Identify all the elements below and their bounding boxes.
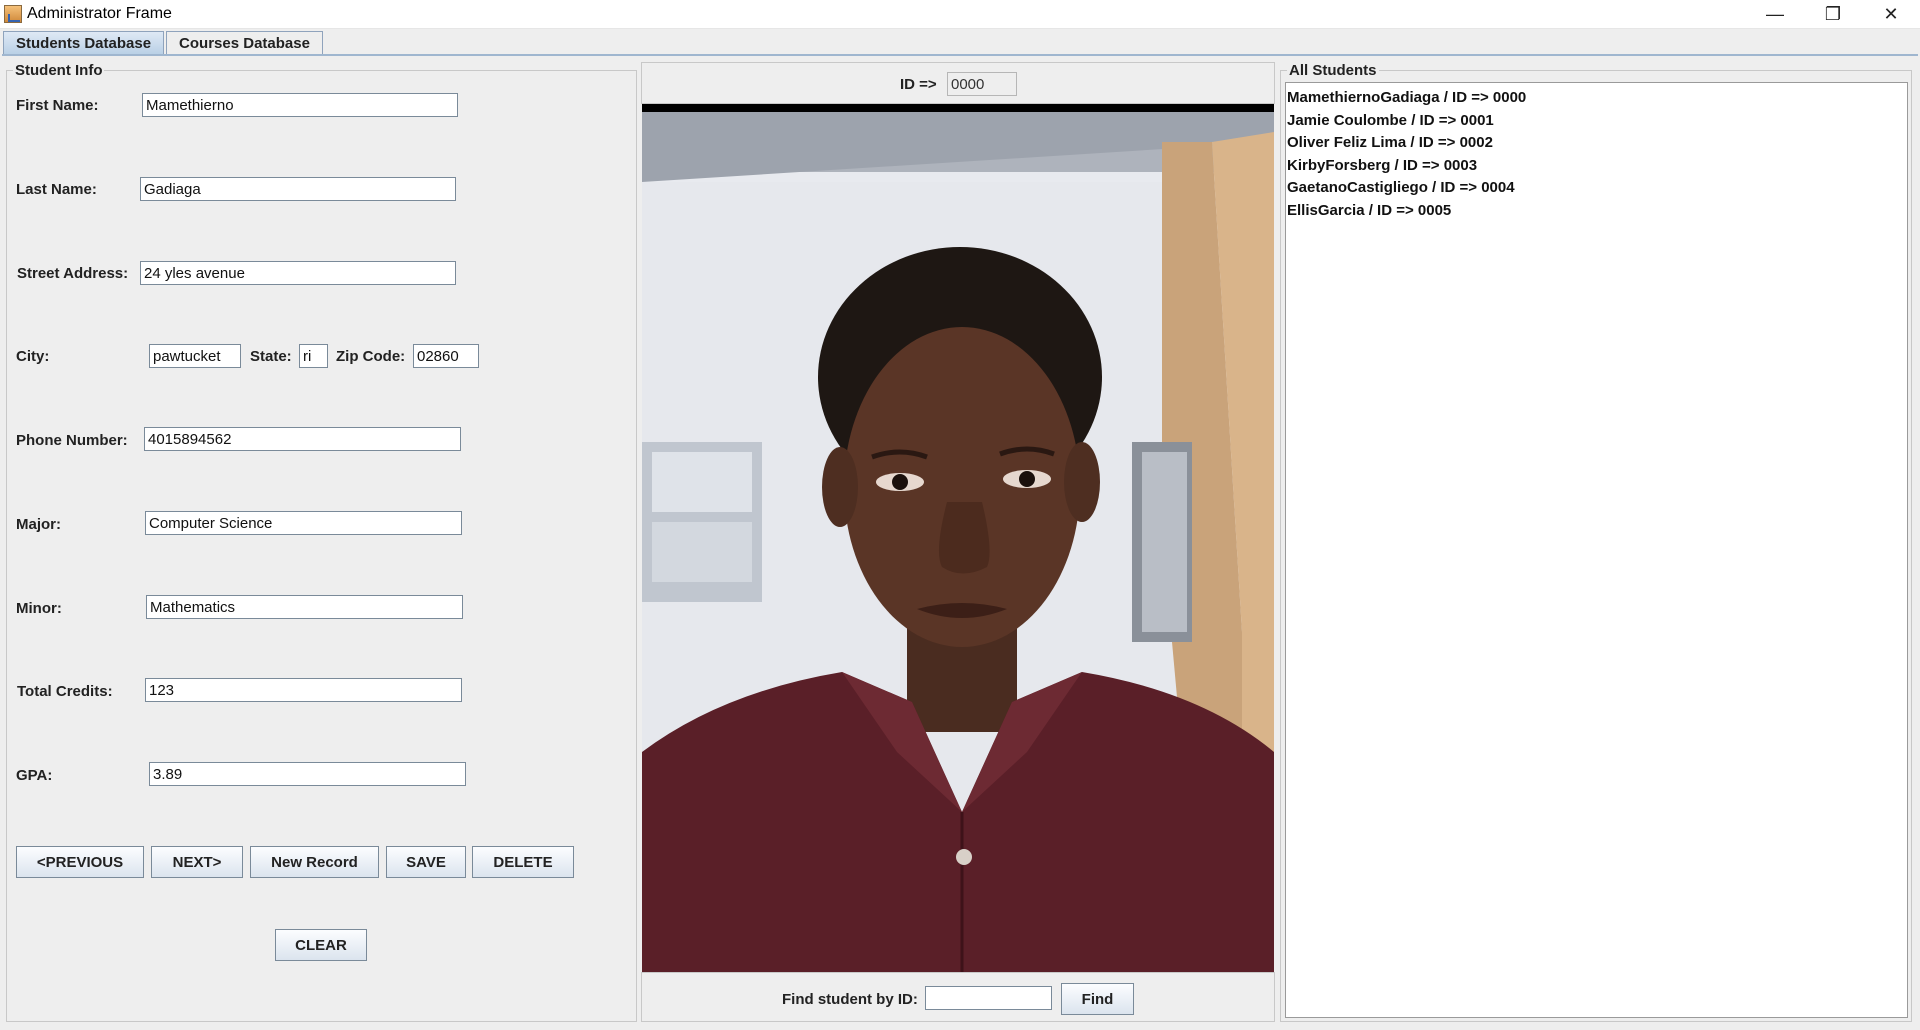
id-field: [947, 72, 1017, 96]
tab-underline: [2, 54, 1918, 56]
delete-button[interactable]: DELETE: [472, 846, 574, 878]
total-credits-label: Total Credits:: [17, 683, 113, 700]
new-record-button[interactable]: New Record: [250, 846, 379, 878]
student-photo: [642, 104, 1274, 972]
major-field[interactable]: [145, 511, 462, 535]
first-name-label: First Name:: [16, 97, 99, 114]
title-bar: Administrator Frame — ❐ ✕: [0, 0, 1920, 29]
list-item[interactable]: MamethiernoGadiaga / ID => 0000: [1286, 87, 1907, 110]
find-id-input[interactable]: [925, 986, 1052, 1010]
tab-bar: Students Database Courses Database: [3, 31, 325, 55]
list-item[interactable]: KirbyForsberg / ID => 0003: [1286, 155, 1907, 178]
city-field[interactable]: [149, 344, 241, 368]
next-button[interactable]: NEXT>: [151, 846, 243, 878]
clear-button[interactable]: CLEAR: [275, 929, 367, 961]
all-students-legend: All Students: [1287, 62, 1379, 79]
java-app-icon: [4, 5, 22, 23]
student-info-panel: Student Info: [6, 62, 637, 1022]
minor-label: Minor:: [16, 600, 62, 617]
list-item[interactable]: Jamie Coulombe / ID => 0001: [1286, 110, 1907, 133]
street-address-field[interactable]: [140, 261, 456, 285]
tab-courses-database[interactable]: Courses Database: [166, 31, 323, 55]
student-photo-image: [642, 112, 1274, 972]
maximize-button[interactable]: ❐: [1804, 0, 1862, 29]
phone-number-field[interactable]: [144, 427, 461, 451]
minor-field[interactable]: [146, 595, 463, 619]
students-list[interactable]: MamethiernoGadiaga / ID => 0000 Jamie Co…: [1285, 82, 1908, 1018]
gpa-label: GPA:: [16, 767, 53, 784]
window-title: Administrator Frame: [27, 5, 172, 22]
major-label: Major:: [16, 516, 61, 533]
id-label: ID =>: [900, 76, 937, 93]
find-label: Find student by ID:: [782, 991, 918, 1008]
state-field[interactable]: [299, 344, 328, 368]
total-credits-field[interactable]: [145, 678, 462, 702]
gpa-field[interactable]: [149, 762, 466, 786]
window-controls: — ❐ ✕: [1746, 0, 1920, 29]
save-button[interactable]: SAVE: [386, 846, 466, 878]
zip-code-field[interactable]: [413, 344, 479, 368]
zip-code-label: Zip Code:: [336, 348, 406, 365]
state-label: State:: [250, 348, 292, 365]
first-name-field[interactable]: [142, 93, 458, 117]
close-button[interactable]: ✕: [1862, 0, 1920, 29]
list-item[interactable]: EllisGarcia / ID => 0005: [1286, 200, 1907, 223]
find-button[interactable]: Find: [1061, 983, 1134, 1015]
last-name-label: Last Name:: [16, 181, 97, 198]
previous-button[interactable]: <PREVIOUS: [16, 846, 144, 878]
minimize-button[interactable]: —: [1746, 0, 1804, 29]
list-item[interactable]: Oliver Feliz Lima / ID => 0002: [1286, 132, 1907, 155]
tab-students-database[interactable]: Students Database: [3, 31, 165, 55]
city-label: City:: [16, 348, 50, 365]
street-address-label: Street Address:: [17, 265, 129, 282]
list-item[interactable]: GaetanoCastigliego / ID => 0004: [1286, 177, 1907, 200]
phone-number-label: Phone Number:: [16, 432, 128, 449]
last-name-field[interactable]: [140, 177, 456, 201]
student-info-legend: Student Info: [13, 62, 105, 79]
